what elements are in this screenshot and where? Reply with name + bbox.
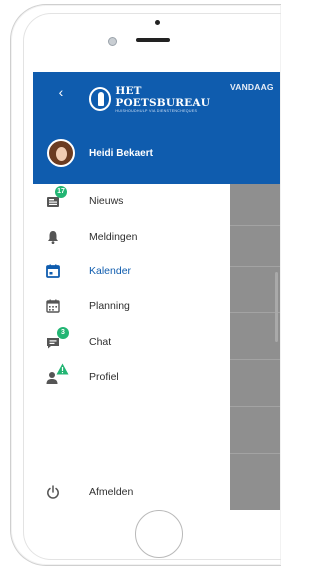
- user-name: Heidi Bekaert: [89, 148, 153, 159]
- scrollbar[interactable]: [275, 272, 278, 342]
- menu-item-profiel[interactable]: Profiel: [33, 362, 230, 392]
- earpiece-speaker: [136, 38, 170, 42]
- list-divider: [230, 266, 280, 267]
- menu-label-nieuws: Nieuws: [89, 195, 124, 207]
- app-screen: VANDAAG ‹ HET POETSBUREAU HUISHOUDHULP V…: [33, 72, 280, 510]
- menu-item-nieuws[interactable]: 17 Nieuws: [33, 186, 230, 216]
- menu-label-afmelden: Afmelden: [89, 486, 134, 498]
- drawer-header: ‹ HET POETSBUREAU HUISHOUDHULP VIA DIENS…: [33, 72, 230, 184]
- menu-label-planning: Planning: [89, 300, 130, 312]
- front-sensor: [155, 20, 160, 25]
- menu-label-kalender: Kalender: [89, 265, 132, 277]
- chat-badge: 3: [57, 327, 69, 339]
- brand-title: HET POETSBUREAU: [115, 84, 211, 109]
- list-divider: [230, 312, 280, 313]
- nieuws-badge: 17: [55, 186, 67, 198]
- logout-button[interactable]: Afmelden: [33, 477, 230, 507]
- menu-label-profiel: Profiel: [89, 371, 119, 383]
- back-chevron-icon[interactable]: ‹: [51, 82, 71, 102]
- front-camera: [108, 37, 117, 46]
- menu-item-meldingen[interactable]: Meldingen: [33, 222, 230, 252]
- list-divider: [230, 359, 280, 360]
- menu-label-chat: Chat: [89, 336, 112, 348]
- brand-subtitle: HUISHOUDHULP VIA DIENSTENCHEQUES: [115, 108, 198, 113]
- calendar-icon: [46, 264, 60, 278]
- list-divider: [230, 406, 280, 407]
- warning-icon: [56, 363, 69, 375]
- menu-item-kalender[interactable]: Kalender: [33, 256, 230, 286]
- avatar[interactable]: [47, 139, 75, 167]
- menu-label-meldingen: Meldingen: [89, 231, 138, 243]
- tab-vandaag[interactable]: VANDAAG: [230, 82, 274, 92]
- menu-item-chat[interactable]: 3 Chat: [33, 327, 230, 357]
- navigation-drawer: ‹ HET POETSBUREAU HUISHOUDHULP VIA DIENS…: [33, 72, 230, 510]
- home-button[interactable]: [135, 510, 183, 558]
- list-divider: [230, 225, 280, 226]
- menu-item-planning[interactable]: Planning: [33, 291, 230, 321]
- brand-logo-icon: [89, 87, 112, 111]
- power-icon: [47, 485, 59, 499]
- brand-logo: HET POETSBUREAU HUISHOUDHULP VIA DIENSTE…: [89, 85, 230, 113]
- bell-icon: [48, 231, 58, 244]
- list-divider: [230, 453, 280, 454]
- planning-icon: [46, 299, 60, 313]
